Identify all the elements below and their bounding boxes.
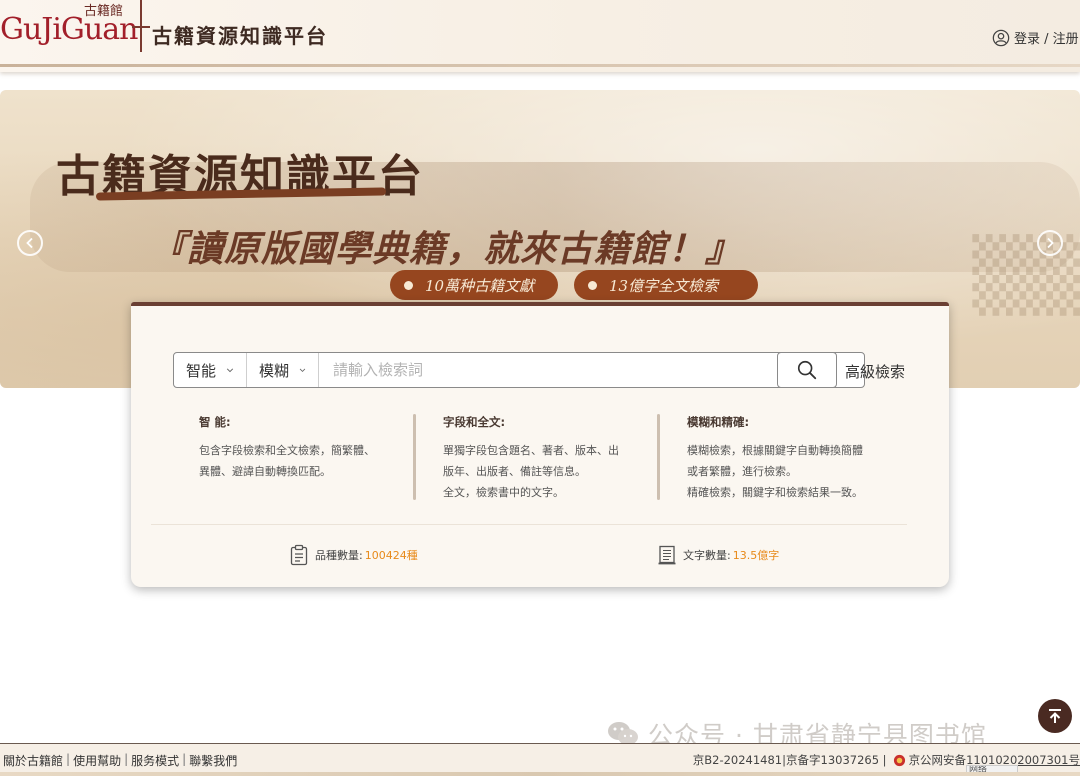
description-line: 模糊檢索，根據關鍵字自動轉換簡體 [687,444,863,457]
stat-characters-label: 文字數量: [683,549,731,562]
arrow-up-icon [1049,709,1061,723]
footer-link-about[interactable]: 關於古籍館 [0,752,66,769]
description-smart-title: 智 能: [199,415,231,429]
match-type-value: 模糊 [259,361,290,380]
footer-links: 關於古籍館 | 使用幫助 | 服务模式 | 聯繫我們 [0,752,240,769]
chevron-down-icon [299,368,306,372]
column-divider [657,414,660,500]
description-field-title: 字段和全文: [443,415,506,429]
feature-pill-collections: 10萬种古籍文獻 [390,270,558,300]
search-button[interactable] [777,352,837,388]
stats-separator [151,524,907,525]
stat-titles-count: 品種數量: 100424種 [289,544,418,566]
column-divider [413,414,416,500]
description-line: 或者繁體，進行檢索。 [687,465,797,478]
login-register-link[interactable]: 登录 / 注册 [992,28,1079,47]
banner-slogan: 『讀原版國學典籍，就來古籍館！』 [150,228,743,270]
back-to-top-button[interactable] [1038,699,1072,733]
header-underline [0,64,1080,67]
user-icon [992,29,1010,46]
footer-decor-strip [0,772,1080,776]
feature-pill-fulltext: 13億字全文檢索 [574,270,758,300]
description-fuzzy-exact: 模糊和精確: 模糊檢索，根據關鍵字自動轉換簡體 或者繁體，進行檢索。 精確檢索，… [687,414,897,503]
description-line: 精確檢索，關鍵字和檢索結果一致。 [687,486,863,499]
footer-link-service[interactable]: 服务模式 [128,752,182,769]
description-line: 包含字段檢索和全文檢索，簡繁體、 [199,444,375,457]
footer-separator: | [879,753,887,767]
description-field-fulltext: 字段和全文: 單獨字段包含題名、著者、版本、出 版年、出版者、備註等信息。 全文… [443,414,653,503]
logo-platform-name: 古籍資源知識平台 [152,24,328,48]
chevron-left-icon [26,237,33,249]
stat-titles-label: 品種數量: [315,549,363,562]
login-register-label: 登录 / 注册 [1014,32,1079,47]
description-line: 單獨字段包含題名、著者、版本、出 [443,444,619,457]
search-mode-value: 智能 [186,361,217,380]
description-smart: 智 能: 包含字段檢索和全文檢索，簡繁體、 異體、避諱自動轉換匹配。 [199,414,409,482]
chevron-down-icon [226,368,234,373]
site-header: GuJiGuan 古籍館 古籍資源知識平台 登录 / 注册 [0,0,1080,72]
footer-link-contact[interactable]: 聯繫我們 [186,752,240,769]
description-line: 異體、避諱自動轉換匹配。 [199,465,331,478]
description-line: 版年、出版者、備註等信息。 [443,465,586,478]
stat-characters-count: 文字數量: 13.5億字 [657,544,779,566]
bullet-dot-icon [404,280,413,290]
bullet-dot-icon [588,280,597,290]
logo-divider-tick-right [142,26,150,28]
footer-link-help[interactable]: 使用幫助 [70,752,124,769]
footer-registration: 京B2-20241481|京备字13037265 | 京公网安备 1101020… [693,752,1080,768]
carousel-next-button[interactable] [1037,230,1063,256]
search-panel: 智能 模糊 高級檢索 智 能: 包含字段檢索和全文檢索，簡繁體、 異體、避諱自動… [131,302,949,587]
scroll-book-icon [658,545,676,565]
search-icon [797,360,817,380]
police-badge-icon [893,754,905,766]
logo-small-text: 古籍館 [84,4,124,19]
icp-license[interactable]: 京B2-20241481|京备字13037265 [693,752,879,768]
stat-titles-value: 100424種 [364,549,418,562]
feature-pill-collections-label: 10萬种古籍文獻 [425,276,535,295]
search-mode-select[interactable]: 智能 [174,353,247,387]
carousel-prev-button[interactable] [17,230,43,256]
clipboard-icon [290,544,308,566]
description-line: 全文，檢索書中的文字。 [443,486,564,499]
stat-characters-value: 13.5億字 [732,549,780,562]
chevron-right-icon [1047,237,1054,249]
match-type-select[interactable]: 模糊 [247,353,319,387]
search-bar: 智能 模糊 [173,352,865,388]
feature-pill-fulltext-label: 13億字全文檢索 [609,276,719,295]
advanced-search-link[interactable]: 高級檢索 [845,361,905,382]
police-record-prefix: 京公网安备 [908,753,967,767]
logo-divider-tick-left [132,26,140,28]
description-fuzzy-title: 模糊和精確: [687,415,750,429]
